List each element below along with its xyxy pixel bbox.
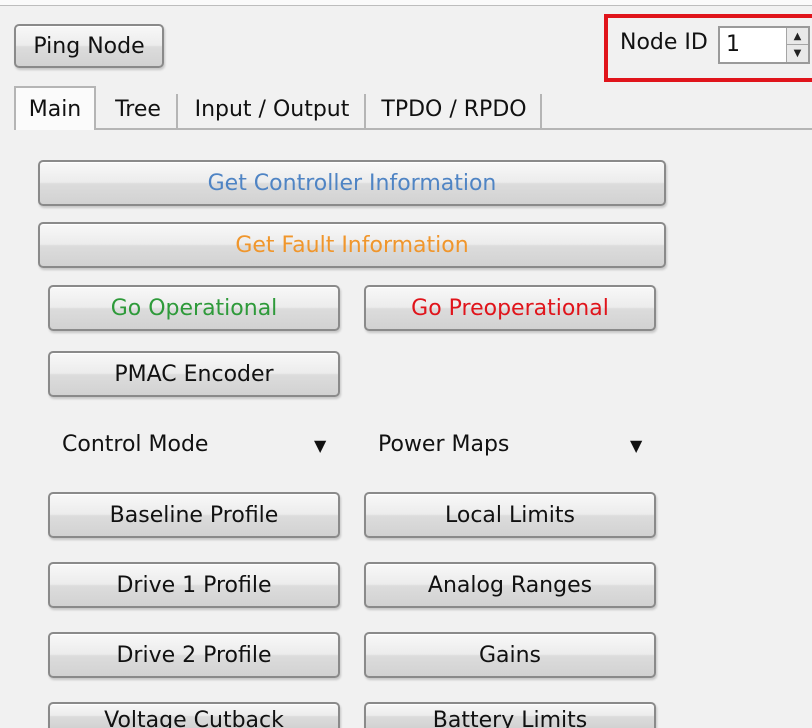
ping-node-button[interactable]: Ping Node (14, 24, 164, 68)
go-preoperational-button[interactable]: Go Preoperational (364, 285, 656, 331)
get-controller-information-button[interactable]: Get Controller Information (38, 160, 666, 206)
spin-buttons: ▲ ▼ (786, 28, 808, 62)
spin-up-icon[interactable]: ▲ (787, 28, 808, 45)
tab-tree[interactable]: Tree (100, 88, 176, 130)
control-mode-label: Control Mode (62, 431, 209, 457)
window-top-edge (0, 0, 812, 6)
drive-1-profile-button[interactable]: Drive 1 Profile (48, 562, 340, 608)
tab-separator (540, 94, 542, 128)
node-id-label: Node ID (620, 30, 708, 55)
drive-2-profile-button[interactable]: Drive 2 Profile (48, 632, 340, 678)
chevron-down-icon[interactable]: ▼ (630, 436, 642, 455)
get-fault-information-label: Get Fault Information (235, 232, 469, 258)
go-operational-label: Go Operational (110, 295, 278, 321)
go-preoperational-label: Go Preoperational (411, 295, 609, 321)
tab-main[interactable]: Main (14, 86, 96, 130)
node-id-value[interactable]: 1 (726, 32, 740, 57)
voltage-cutback-button[interactable]: Voltage Cutback (48, 702, 340, 728)
baseline-profile-button[interactable]: Baseline Profile (48, 492, 340, 538)
control-mode-dropdown[interactable]: Control Mode (62, 428, 332, 460)
get-controller-information-label: Get Controller Information (207, 170, 497, 196)
tab-input-output[interactable]: Input / Output (180, 88, 364, 130)
power-maps-label: Power Maps (378, 431, 510, 457)
tab-separator (364, 94, 366, 128)
local-limits-button[interactable]: Local Limits (364, 492, 656, 538)
tab-separator (176, 94, 178, 128)
gains-button[interactable]: Gains (364, 632, 656, 678)
battery-limits-button[interactable]: Battery Limits (364, 702, 656, 728)
analog-ranges-button[interactable]: Analog Ranges (364, 562, 656, 608)
spin-down-icon[interactable]: ▼ (787, 45, 808, 62)
power-maps-dropdown[interactable]: Power Maps (378, 428, 648, 460)
get-fault-information-button[interactable]: Get Fault Information (38, 222, 666, 268)
pmac-encoder-button[interactable]: PMAC Encoder (48, 351, 340, 397)
go-operational-button[interactable]: Go Operational (48, 285, 340, 331)
tab-tpdo-rpdo[interactable]: TPDO / RPDO (368, 88, 540, 130)
node-id-spinbox[interactable]: 1 ▲ ▼ (718, 26, 810, 64)
chevron-down-icon[interactable]: ▼ (314, 436, 326, 455)
